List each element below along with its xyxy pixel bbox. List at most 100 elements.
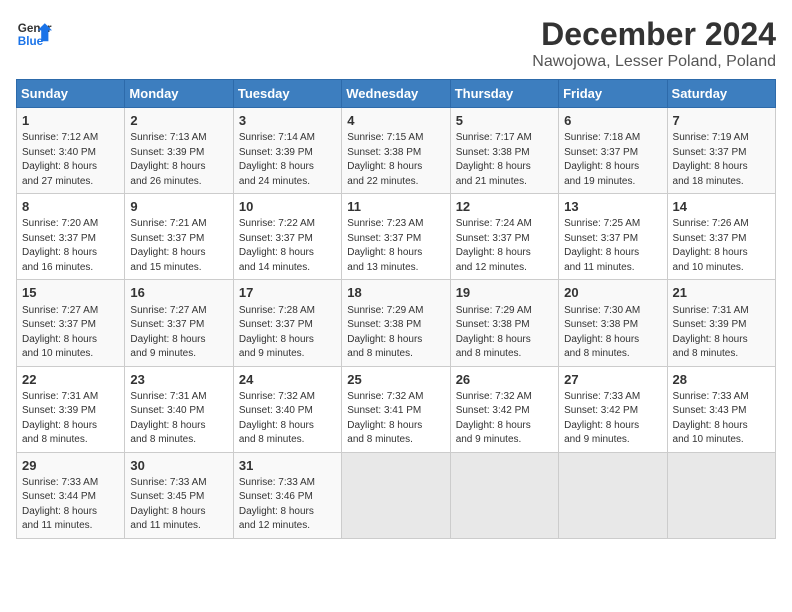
- logo: General Blue: [16, 16, 52, 52]
- page-header: General Blue December 2024 Nawojowa, Les…: [16, 16, 776, 71]
- calendar-day-cell: 21 Sunrise: 7:31 AM Sunset: 3:39 PM Dayli…: [667, 280, 775, 366]
- logo-icon: General Blue: [16, 16, 52, 52]
- day-info: Sunrise: 7:25 AM Sunset: 3:37 PM Dayligh…: [564, 217, 661, 275]
- calendar-week-1: 1Sunrise: 7:12 AM Sunset: 3:40 PM Daylig…: [17, 108, 776, 194]
- day-info: Sunrise: 7:27 AM Sunset: 3:37 PM Dayligh…: [22, 304, 119, 362]
- day-info: Sunrise: 7:27 AM Sunset: 3:37 PM Dayligh…: [130, 304, 227, 362]
- svg-text:Blue: Blue: [18, 35, 44, 48]
- calendar-day-cell: 12Sunrise: 7:24 AM Sunset: 3:37 PM Dayli…: [450, 194, 558, 280]
- calendar-day-cell: 27Sunrise: 7:33 AM Sunset: 3:42 PM Dayli…: [559, 366, 667, 452]
- calendar-day-cell: 1Sunrise: 7:12 AM Sunset: 3:40 PM Daylig…: [17, 108, 125, 194]
- calendar-day-cell: 10Sunrise: 7:22 AM Sunset: 3:37 PM Dayli…: [233, 194, 341, 280]
- calendar-week-2: 8Sunrise: 7:20 AM Sunset: 3:37 PM Daylig…: [17, 194, 776, 280]
- day-number: 18: [347, 284, 444, 302]
- day-number: 30: [130, 457, 227, 475]
- weekday-header-friday: Friday: [559, 80, 667, 108]
- day-info: Sunrise: 7:24 AM Sunset: 3:37 PM Dayligh…: [456, 217, 553, 275]
- day-number: 27: [564, 371, 661, 389]
- day-info: Sunrise: 7:22 AM Sunset: 3:37 PM Dayligh…: [239, 217, 336, 275]
- calendar-day-cell: [342, 452, 450, 538]
- day-info: Sunrise: 7:30 AM Sunset: 3:38 PM Dayligh…: [564, 304, 661, 362]
- day-info: Sunrise: 7:33 AM Sunset: 3:46 PM Dayligh…: [239, 476, 336, 534]
- day-info: Sunrise: 7:31 AM Sunset: 3:39 PM Dayligh…: [22, 390, 119, 448]
- day-number: 31: [239, 457, 336, 475]
- day-number: 8: [22, 198, 119, 216]
- calendar-day-cell: 5Sunrise: 7:17 AM Sunset: 3:38 PM Daylig…: [450, 108, 558, 194]
- calendar-day-cell: 31Sunrise: 7:33 AM Sunset: 3:46 PM Dayli…: [233, 452, 341, 538]
- day-number: 23: [130, 371, 227, 389]
- day-number: 15: [22, 284, 119, 302]
- day-info: Sunrise: 7:33 AM Sunset: 3:43 PM Dayligh…: [673, 390, 770, 448]
- day-info: Sunrise: 7:12 AM Sunset: 3:40 PM Dayligh…: [22, 131, 119, 189]
- day-number: 26: [456, 371, 553, 389]
- day-number: 2: [130, 112, 227, 130]
- calendar-day-cell: 16 Sunrise: 7:27 AM Sunset: 3:37 PM Dayli…: [125, 280, 233, 366]
- day-info: Sunrise: 7:32 AM Sunset: 3:41 PM Dayligh…: [347, 390, 444, 448]
- day-info: Sunrise: 7:33 AM Sunset: 3:44 PM Dayligh…: [22, 476, 119, 534]
- calendar-day-cell: 4Sunrise: 7:15 AM Sunset: 3:38 PM Daylig…: [342, 108, 450, 194]
- calendar-day-cell: 22Sunrise: 7:31 AM Sunset: 3:39 PM Dayli…: [17, 366, 125, 452]
- calendar-day-cell: 7Sunrise: 7:19 AM Sunset: 3:37 PM Daylig…: [667, 108, 775, 194]
- calendar-day-cell: 19Sunrise: 7:29 AM Sunset: 3:38 PM Dayli…: [450, 280, 558, 366]
- calendar-day-cell: 25Sunrise: 7:32 AM Sunset: 3:41 PM Dayli…: [342, 366, 450, 452]
- title-area: December 2024 Nawojowa, Lesser Poland, P…: [532, 16, 776, 71]
- calendar-day-cell: 17Sunrise: 7:28 AM Sunset: 3:37 PM Dayli…: [233, 280, 341, 366]
- calendar-day-cell: [450, 452, 558, 538]
- calendar-table: SundayMondayTuesdayWednesdayThursdayFrid…: [16, 79, 776, 539]
- day-info: Sunrise: 7:29 AM Sunset: 3:38 PM Dayligh…: [347, 304, 444, 362]
- day-number: 14: [673, 198, 770, 216]
- day-info: Sunrise: 7:32 AM Sunset: 3:42 PM Dayligh…: [456, 390, 553, 448]
- weekday-header-tuesday: Tuesday: [233, 80, 341, 108]
- calendar-day-cell: 14Sunrise: 7:26 AM Sunset: 3:37 PM Dayli…: [667, 194, 775, 280]
- weekday-header-monday: Monday: [125, 80, 233, 108]
- day-number: 13: [564, 198, 661, 216]
- month-title: December 2024: [532, 16, 776, 53]
- day-info: Sunrise: 7:15 AM Sunset: 3:38 PM Dayligh…: [347, 131, 444, 189]
- day-number: 25: [347, 371, 444, 389]
- day-info: Sunrise: 7:18 AM Sunset: 3:37 PM Dayligh…: [564, 131, 661, 189]
- calendar-day-cell: 8Sunrise: 7:20 AM Sunset: 3:37 PM Daylig…: [17, 194, 125, 280]
- day-info: Sunrise: 7:33 AM Sunset: 3:45 PM Dayligh…: [130, 476, 227, 534]
- calendar-day-cell: 11Sunrise: 7:23 AM Sunset: 3:37 PM Dayli…: [342, 194, 450, 280]
- day-info: Sunrise: 7:33 AM Sunset: 3:42 PM Dayligh…: [564, 390, 661, 448]
- day-number: 4: [347, 112, 444, 130]
- day-number: 16: [130, 284, 227, 302]
- calendar-day-cell: 18 Sunrise: 7:29 AM Sunset: 3:38 PM Dayli…: [342, 280, 450, 366]
- calendar-day-cell: 24Sunrise: 7:32 AM Sunset: 3:40 PM Dayli…: [233, 366, 341, 452]
- calendar-day-cell: 3Sunrise: 7:14 AM Sunset: 3:39 PM Daylig…: [233, 108, 341, 194]
- calendar-day-cell: 9Sunrise: 7:21 AM Sunset: 3:37 PM Daylig…: [125, 194, 233, 280]
- calendar-day-cell: 30Sunrise: 7:33 AM Sunset: 3:45 PM Dayli…: [125, 452, 233, 538]
- calendar-day-cell: [559, 452, 667, 538]
- day-number: 12: [456, 198, 553, 216]
- calendar-day-cell: 20Sunrise: 7:30 AM Sunset: 3:38 PM Dayli…: [559, 280, 667, 366]
- day-number: 6: [564, 112, 661, 130]
- calendar-day-cell: 15 Sunrise: 7:27 AM Sunset: 3:37 PM Dayli…: [17, 280, 125, 366]
- day-number: 21: [673, 284, 770, 302]
- calendar-week-3: 15 Sunrise: 7:27 AM Sunset: 3:37 PM Dayli…: [17, 280, 776, 366]
- day-number: 29: [22, 457, 119, 475]
- calendar-day-cell: 13Sunrise: 7:25 AM Sunset: 3:37 PM Dayli…: [559, 194, 667, 280]
- day-info: Sunrise: 7:31 AM Sunset: 3:39 PM Dayligh…: [673, 304, 770, 362]
- day-number: 11: [347, 198, 444, 216]
- day-number: 28: [673, 371, 770, 389]
- calendar-day-cell: 6Sunrise: 7:18 AM Sunset: 3:37 PM Daylig…: [559, 108, 667, 194]
- day-info: Sunrise: 7:14 AM Sunset: 3:39 PM Dayligh…: [239, 131, 336, 189]
- day-info: Sunrise: 7:20 AM Sunset: 3:37 PM Dayligh…: [22, 217, 119, 275]
- day-info: Sunrise: 7:13 AM Sunset: 3:39 PM Dayligh…: [130, 131, 227, 189]
- day-info: Sunrise: 7:19 AM Sunset: 3:37 PM Dayligh…: [673, 131, 770, 189]
- calendar-day-cell: 26Sunrise: 7:32 AM Sunset: 3:42 PM Dayli…: [450, 366, 558, 452]
- day-number: 17: [239, 284, 336, 302]
- calendar-day-cell: 2Sunrise: 7:13 AM Sunset: 3:39 PM Daylig…: [125, 108, 233, 194]
- calendar-day-cell: 29Sunrise: 7:33 AM Sunset: 3:44 PM Dayli…: [17, 452, 125, 538]
- calendar-day-cell: 28Sunrise: 7:33 AM Sunset: 3:43 PM Dayli…: [667, 366, 775, 452]
- day-info: Sunrise: 7:23 AM Sunset: 3:37 PM Dayligh…: [347, 217, 444, 275]
- calendar-day-cell: 23Sunrise: 7:31 AM Sunset: 3:40 PM Dayli…: [125, 366, 233, 452]
- calendar-week-4: 22Sunrise: 7:31 AM Sunset: 3:39 PM Dayli…: [17, 366, 776, 452]
- day-number: 10: [239, 198, 336, 216]
- day-number: 5: [456, 112, 553, 130]
- weekday-header-row: SundayMondayTuesdayWednesdayThursdayFrid…: [17, 80, 776, 108]
- day-info: Sunrise: 7:31 AM Sunset: 3:40 PM Dayligh…: [130, 390, 227, 448]
- weekday-header-saturday: Saturday: [667, 80, 775, 108]
- day-info: Sunrise: 7:29 AM Sunset: 3:38 PM Dayligh…: [456, 304, 553, 362]
- day-number: 22: [22, 371, 119, 389]
